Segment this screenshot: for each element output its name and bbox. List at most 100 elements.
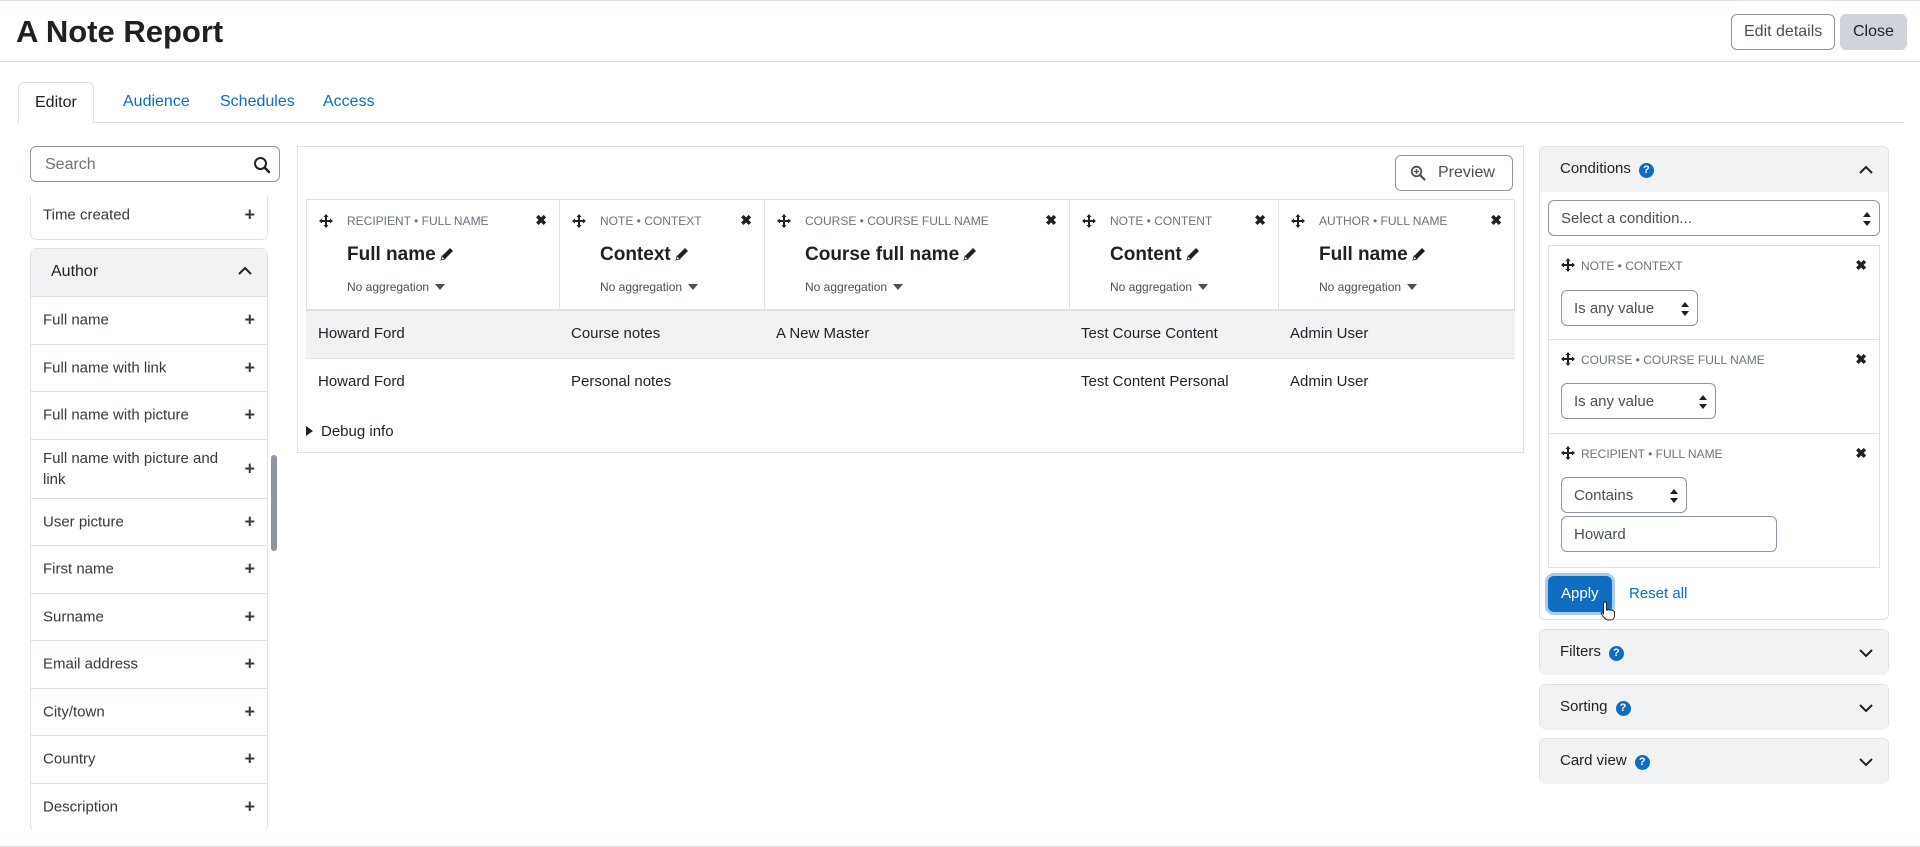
preview-button[interactable]: Preview [1395,155,1513,191]
filters-header[interactable]: Filters? [1540,630,1888,675]
sidebar-item[interactable]: Country + [31,736,267,784]
sidebar-item[interactable]: User picture + [31,499,267,546]
tab-access[interactable]: Access [307,82,391,123]
debug-info-toggle[interactable]: Debug info [306,423,394,440]
help-icon[interactable]: ? [1608,646,1624,661]
move-icon[interactable] [319,214,333,228]
sidebar-item[interactable]: Email address + [31,641,267,689]
help-icon[interactable]: ? [1638,163,1654,178]
table-cell: Howard Ford [318,325,405,342]
column-title[interactable]: Content [1110,244,1200,266]
chevron-down-icon [1859,649,1873,658]
pencil-icon[interactable] [675,247,689,261]
column-title[interactable]: Full name [347,244,454,266]
pointer-cursor-icon [1600,601,1615,621]
sidebar-item-label: User picture [43,513,124,531]
card-view-header[interactable]: Card view? [1540,739,1888,784]
tab-bar: Editor Audience Schedules Access [18,82,1904,124]
remove-column-icon[interactable]: ✖ [1490,212,1502,229]
filters-card[interactable]: Filters? [1539,629,1889,675]
move-icon[interactable] [777,214,791,228]
operator-select[interactable]: Is any value [1561,383,1716,419]
search-input[interactable] [43,155,243,175]
pencil-icon[interactable] [963,247,977,261]
caret-down-icon [893,284,904,290]
sidebar-item-label: Full name with link [43,359,167,377]
aggregation-select[interactable]: No aggregation [600,280,699,294]
column-title[interactable]: Full name [1319,244,1426,266]
remove-column-icon[interactable]: ✖ [535,212,547,229]
condition-select[interactable]: Select a condition... [1548,200,1880,236]
sidebar-item[interactable]: Full name + [31,297,267,345]
aggregation-select[interactable]: No aggregation [347,280,446,294]
operator-select[interactable]: Contains [1561,477,1687,513]
move-icon[interactable] [1561,352,1575,366]
column-header: COURSE • COURSE FULL NAME ✖ Course full … [765,200,1070,310]
table-cell: Admin User [1290,373,1369,390]
aggregation-select[interactable]: No aggregation [1319,280,1418,294]
plus-icon: + [244,404,255,425]
move-icon[interactable] [572,214,586,228]
report-table: RECIPIENT • FULL NAME ✖ Full name No agg… [306,199,1515,407]
conditions-title: Conditions [1560,160,1631,177]
edit-details-button[interactable]: Edit details [1731,14,1836,50]
table-cell: A New Master [776,325,870,342]
condition-item: COURSE • COURSE FULL NAME ✖ Is any value [1548,340,1880,434]
aggregation-select[interactable]: No aggregation [805,280,904,294]
plus-icon: + [244,606,255,627]
move-icon[interactable] [1291,214,1305,228]
sidebar-item-label: Surname [43,608,104,626]
pencil-icon[interactable] [440,247,454,261]
sidebar-item[interactable]: First name + [31,546,267,594]
move-icon[interactable] [1561,258,1575,272]
conditions-header[interactable]: Conditions? [1540,147,1888,192]
remove-condition-icon[interactable]: ✖ [1855,445,1867,462]
caret-down-icon [1198,284,1209,290]
table-cell: Course notes [571,325,661,342]
sorting-header[interactable]: Sorting? [1540,685,1888,730]
column-header: NOTE • CONTEXT ✖ Context No aggregation [560,200,765,310]
sidebar-item[interactable]: Full name with link + [31,345,267,392]
sidebar-item[interactable]: Full name with picture + [31,392,267,440]
operator-select[interactable]: Is any value [1561,290,1698,326]
sidebar-item[interactable]: Full name with picture and link + [31,440,267,499]
table-cell: Test Content Personal [1081,373,1229,390]
close-button[interactable]: Close [1840,14,1907,50]
column-title[interactable]: Context [600,244,689,266]
sidebar-scrollbar[interactable] [271,455,277,551]
chevron-up-icon [1859,165,1873,174]
sidebar-item[interactable]: Surname + [31,594,267,641]
move-icon[interactable] [1561,446,1575,460]
table-cell: Personal notes [571,373,672,390]
reset-all-link[interactable]: Reset all [1629,585,1687,602]
help-icon[interactable]: ? [1634,755,1650,770]
sidebar-group-header[interactable]: Author [31,249,267,297]
tab-schedules[interactable]: Schedules [204,82,311,123]
sidebar-item[interactable]: Description + [31,784,267,831]
aggregation-select[interactable]: No aggregation [1110,280,1209,294]
pencil-icon[interactable] [1412,247,1426,261]
table-cell: Admin User [1290,325,1369,342]
condition-source: NOTE • CONTEXT [1581,259,1683,273]
remove-column-icon[interactable]: ✖ [740,212,752,229]
help-icon[interactable]: ? [1615,701,1631,716]
column-header: RECIPIENT • FULL NAME ✖ Full name No agg… [307,200,560,310]
move-icon[interactable] [1082,214,1096,228]
search-icon[interactable] [253,156,271,174]
tab-audience[interactable]: Audience [107,82,206,123]
remove-column-icon[interactable]: ✖ [1254,212,1266,229]
sidebar-item-time-created[interactable]: Time created + [31,196,267,239]
column-source: NOTE • CONTEXT [600,214,702,228]
column-title[interactable]: Course full name [805,244,977,266]
remove-condition-icon[interactable]: ✖ [1855,257,1867,274]
card-view-card[interactable]: Card view? [1539,738,1889,784]
tab-editor[interactable]: Editor [18,82,94,124]
sorting-card[interactable]: Sorting? [1539,684,1889,730]
plus-icon: + [244,748,255,769]
sidebar-item[interactable]: City/town + [31,689,267,736]
sidebar-search [30,146,280,182]
condition-value-input[interactable]: Howard [1561,516,1777,552]
pencil-icon[interactable] [1186,247,1200,261]
remove-column-icon[interactable]: ✖ [1045,212,1057,229]
remove-condition-icon[interactable]: ✖ [1855,351,1867,368]
